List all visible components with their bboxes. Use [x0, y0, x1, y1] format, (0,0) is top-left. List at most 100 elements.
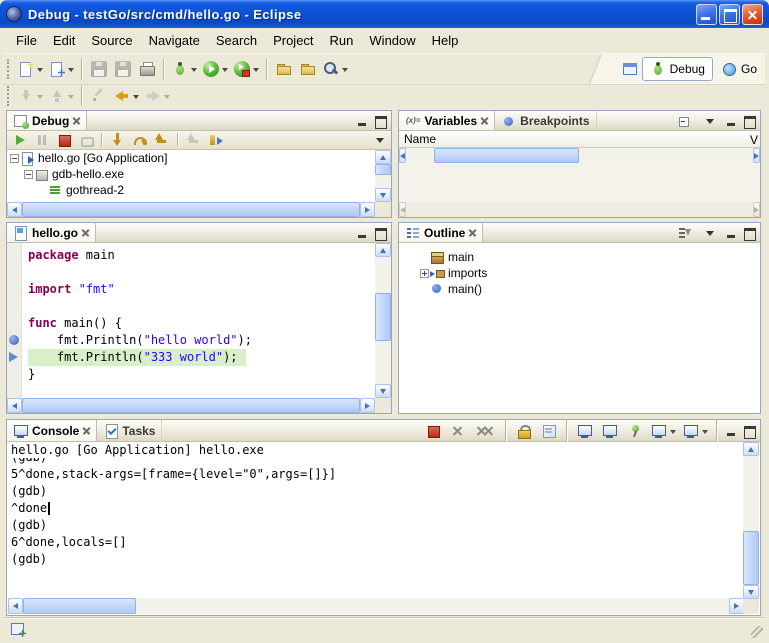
toolbar-grip[interactable] — [7, 59, 10, 79]
scroll-up-button[interactable] — [375, 243, 391, 257]
menu-navigate[interactable]: Navigate — [141, 29, 208, 52]
minimize-view-button[interactable] — [354, 225, 371, 241]
menu-project[interactable]: Project — [265, 29, 321, 52]
editor-vertical-scrollbar[interactable] — [375, 243, 391, 398]
outline-tab[interactable]: Outline — [399, 223, 483, 242]
outline-tree-item[interactable]: main() — [417, 281, 760, 297]
code-line[interactable]: fmt.Println("hello world"); — [23, 332, 375, 349]
forward-button[interactable] — [142, 84, 173, 106]
open-perspective-button[interactable] — [618, 57, 642, 81]
tasks-tab[interactable]: Tasks — [97, 420, 162, 441]
outline-tree-item[interactable]: imports — [417, 265, 760, 281]
scrollbar-thumb[interactable] — [743, 531, 759, 585]
terminate-button[interactable] — [53, 131, 75, 149]
code-line[interactable] — [23, 298, 375, 315]
console-vertical-scrollbar[interactable] — [743, 442, 759, 599]
debug-tree-item[interactable]: hello.go [Go Application] — [7, 150, 375, 166]
scroll-up-button[interactable] — [375, 150, 391, 164]
debug-perspective-button[interactable]: Debug — [642, 57, 713, 81]
scrollbar-track[interactable] — [22, 398, 360, 413]
console-horizontal-scrollbar[interactable] — [8, 598, 744, 614]
scroll-left-button[interactable] — [7, 398, 22, 413]
menu-run[interactable]: Run — [322, 29, 362, 52]
code-line[interactable]: } — [23, 366, 375, 383]
go-perspective-button[interactable]: Go — [713, 57, 765, 81]
resume-button[interactable] — [9, 131, 31, 149]
scrollbar-track[interactable] — [22, 202, 360, 217]
scrollbar-thumb[interactable] — [375, 164, 391, 175]
instruction-pointer-marker[interactable] — [9, 352, 18, 362]
fast-view-icon[interactable] — [10, 621, 26, 637]
scroll-right-button[interactable] — [753, 202, 760, 217]
step-return-button[interactable] — [151, 131, 173, 149]
search-button[interactable] — [320, 57, 351, 81]
debug-launch-button[interactable] — [169, 57, 200, 81]
scroll-left-button[interactable] — [7, 202, 22, 217]
menu-window[interactable]: Window — [361, 29, 423, 52]
variables-horizontal-scrollbar[interactable] — [399, 148, 760, 163]
scroll-down-button[interactable] — [375, 188, 391, 202]
next-annotation-button[interactable] — [15, 84, 46, 106]
scrollbar-thumb[interactable] — [434, 148, 580, 163]
minimize-view-button[interactable] — [723, 225, 740, 241]
step-over-button[interactable] — [129, 131, 151, 149]
maximize-view-button[interactable] — [741, 225, 758, 241]
drop-to-frame-button[interactable] — [183, 131, 205, 149]
variables-column-header[interactable]: Name V — [399, 131, 760, 148]
run-launch-button[interactable] — [200, 57, 231, 81]
view-menu-button[interactable] — [698, 112, 722, 130]
close-icon[interactable] — [72, 117, 80, 125]
scrollbar-track[interactable] — [375, 164, 391, 188]
maximize-view-button[interactable] — [741, 113, 758, 129]
close-icon[interactable] — [81, 229, 89, 237]
open-console-button[interactable] — [680, 419, 711, 443]
scroll-left-button[interactable] — [8, 598, 23, 614]
code-line[interactable]: package main — [23, 247, 375, 264]
console-tab[interactable]: Console — [7, 420, 97, 441]
code-line[interactable]: fmt.Println("333 world"); — [23, 349, 375, 366]
editor-ruler[interactable] — [7, 243, 22, 398]
clear-console-button[interactable] — [537, 419, 561, 443]
sort-button[interactable] — [673, 224, 697, 242]
use-step-filters-button[interactable] — [205, 131, 227, 149]
variables-tab[interactable]: (x)= Variables — [399, 111, 495, 130]
open-type-button[interactable] — [296, 57, 320, 81]
scroll-right-button[interactable] — [360, 202, 375, 217]
open-resource-button[interactable] — [272, 57, 296, 81]
show-console-on-output-button[interactable] — [573, 419, 597, 443]
scroll-right-button[interactable] — [729, 598, 744, 614]
step-into-button[interactable] — [107, 131, 129, 149]
tree-expander-icon[interactable] — [24, 170, 33, 179]
tree-expander-icon[interactable] — [420, 269, 429, 278]
collapse-all-button[interactable] — [673, 112, 697, 130]
scrollbar-thumb[interactable] — [22, 202, 360, 217]
debug-tree-item[interactable]: gothread-2 — [7, 182, 375, 198]
scroll-down-button[interactable] — [743, 585, 759, 599]
scrollbar-thumb[interactable] — [22, 398, 360, 413]
disconnect-button[interactable] — [75, 131, 97, 149]
last-edit-location-button[interactable] — [87, 84, 111, 106]
code-line[interactable] — [23, 264, 375, 281]
minimize-view-button[interactable] — [354, 113, 371, 129]
breakpoints-tab[interactable]: Breakpoints — [495, 111, 596, 130]
debug-tree-item[interactable]: gdb-hello.exe — [7, 166, 375, 182]
menu-help[interactable]: Help — [424, 29, 467, 52]
code-line[interactable]: func main() { — [23, 315, 375, 332]
toolbar-grip[interactable] — [7, 86, 10, 106]
scroll-left-button[interactable] — [399, 202, 406, 217]
scrollbar-thumb[interactable] — [23, 598, 136, 614]
external-tools-button[interactable] — [231, 57, 262, 81]
remove-launch-button[interactable] — [446, 419, 470, 443]
menu-file[interactable]: File — [8, 29, 45, 52]
outline-tree-item[interactable]: main — [417, 249, 760, 265]
tree-expander-icon[interactable] — [10, 154, 19, 163]
new-wizard-button[interactable] — [15, 57, 46, 81]
previous-annotation-button[interactable] — [46, 84, 77, 106]
scrollbar-track[interactable] — [375, 257, 391, 384]
terminate-console-button[interactable] — [421, 419, 445, 443]
close-icon[interactable] — [82, 427, 90, 435]
resize-grip[interactable] — [751, 626, 763, 638]
scrollbar-track[interactable] — [743, 456, 759, 585]
print-button[interactable] — [135, 57, 159, 81]
value-column-header-partial[interactable]: V — [750, 133, 758, 147]
